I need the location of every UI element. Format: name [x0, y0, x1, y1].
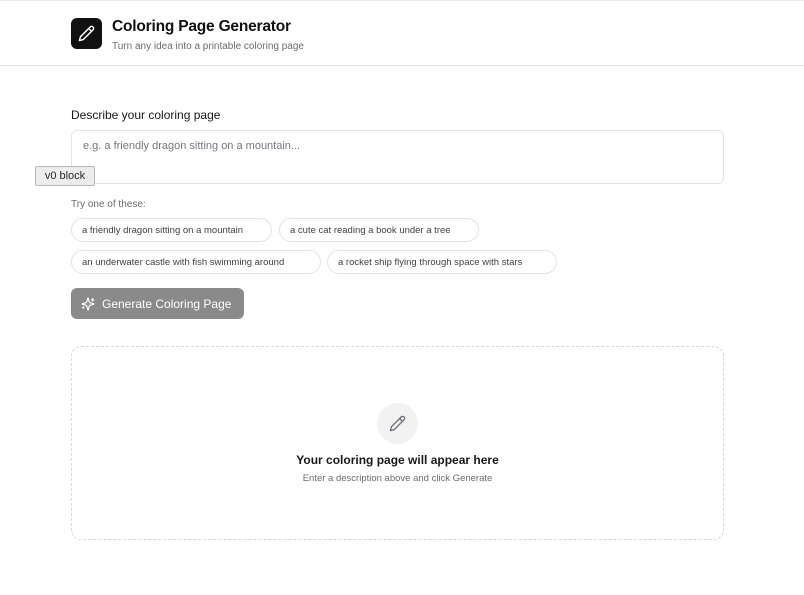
pencil-icon	[78, 25, 95, 42]
generate-button[interactable]: Generate Coloring Page	[71, 288, 244, 319]
empty-state-subtitle: Enter a description above and click Gene…	[302, 473, 493, 484]
empty-state-icon-wrap	[377, 403, 418, 444]
suggestion-chip[interactable]: a friendly dragon sitting on a mountain	[71, 218, 272, 242]
app-logo	[71, 18, 102, 49]
suggestion-chip[interactable]: an underwater castle with fish swimming …	[71, 250, 321, 274]
v0-block-badge[interactable]: v0 block	[35, 166, 95, 186]
app-header: Coloring Page Generator Turn any idea in…	[0, 0, 804, 66]
app-subtitle: Turn any idea into a printable coloring …	[112, 41, 304, 52]
sparkles-icon	[81, 297, 95, 310]
result-placeholder-panel: Your coloring page will appear here Ente…	[71, 346, 724, 540]
suggestion-chip[interactable]: a cute cat reading a book under a tree	[279, 218, 479, 242]
suggestions-label: Try one of these:	[71, 199, 146, 210]
empty-state-title: Your coloring page will appear here	[296, 453, 499, 467]
suggestion-chip[interactable]: a rocket ship flying through space with …	[327, 250, 557, 274]
app-page: Coloring Page Generator Turn any idea in…	[0, 0, 804, 595]
generate-button-label: Generate Coloring Page	[102, 296, 232, 311]
app-title: Coloring Page Generator	[112, 18, 291, 35]
prompt-label: Describe your coloring page	[71, 108, 221, 122]
pencil-icon	[389, 415, 406, 432]
prompt-input[interactable]	[71, 130, 724, 184]
